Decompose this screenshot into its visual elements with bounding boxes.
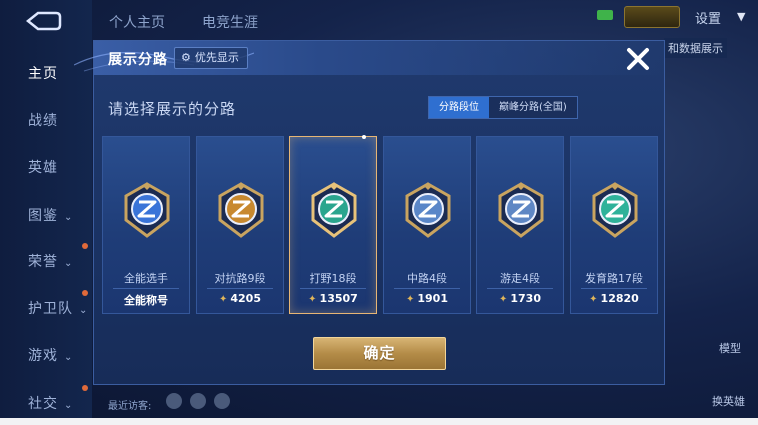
recent-visitors-label: 最近访客: <box>108 401 152 412</box>
tab-personal-home[interactable]: 个人主页 <box>109 12 165 32</box>
visitor-avatar[interactable] <box>190 393 206 409</box>
farm-lane-emblem-icon <box>590 182 640 238</box>
lane-rank-label: 游走4段 <box>500 272 540 285</box>
settings-button[interactable]: 设置 <box>695 8 721 27</box>
lane-mode-toggle: 分路段位 巅峰分路(全国) <box>428 96 578 119</box>
selection-sparkle <box>362 135 366 139</box>
dropdown-icon[interactable]: ▼ <box>737 10 745 23</box>
sidebar-item-label: 荣誉 <box>28 254 58 270</box>
card-bottom-value: 13507 <box>319 292 358 305</box>
sidebar-item-label: 主页 <box>28 66 58 82</box>
rank-wing-icon: ✦ <box>589 294 598 305</box>
sidebar-item-label: 英雄 <box>28 160 58 176</box>
sidebar-item[interactable]: 荣誉 ⌄ <box>0 251 92 271</box>
clash-lane-emblem-icon <box>216 182 266 238</box>
close-icon[interactable] <box>624 45 652 73</box>
lane-score: ✦ 4205 <box>197 292 283 305</box>
rank-wing-icon: ✦ <box>405 294 415 305</box>
lane-card[interactable]: 发育路17段 ✦ 12820 <box>570 136 658 314</box>
lane-rank-label: 全能选手 <box>124 272 168 285</box>
notification-dot <box>82 243 88 249</box>
sidebar-item[interactable]: 图鉴 ⌄ <box>0 205 92 225</box>
notification-dot <box>82 290 88 296</box>
lane-card[interactable]: 打野18段 ✦ 13507 <box>289 135 377 314</box>
mail-icon[interactable] <box>597 10 613 20</box>
event-badge[interactable] <box>624 6 680 28</box>
sidebar-item-label: 游戏 <box>28 348 58 364</box>
lane-score: ✦ 13507 <box>290 292 376 305</box>
bottom-bar <box>0 418 758 425</box>
title-label: 全能称号 <box>103 292 189 308</box>
card-divider <box>581 288 647 289</box>
sidebar-item-label: 社交 <box>28 396 58 412</box>
data-display-label: 和数据展示 <box>664 38 727 58</box>
toggle-peak-lane[interactable]: 巅峰分路(全国) <box>489 97 577 118</box>
rank-wing-icon: ✦ <box>218 294 228 305</box>
lane-display-dialog: 展示分路 ⚙ 优先显示 请选择展示的分路 分路段位 巅峰分路(全国) 全能选手全… <box>74 40 665 385</box>
roam-emblem-icon <box>496 182 546 238</box>
chevron-down-icon: ⌄ <box>79 305 89 316</box>
priority-display-button[interactable]: ⚙ 优先显示 <box>174 47 248 69</box>
change-hero-button[interactable]: 换英雄 <box>712 393 745 409</box>
rank-wing-icon: ✦ <box>308 294 317 305</box>
sidebar-item[interactable]: 护卫队 ⌄ <box>0 298 92 318</box>
card-divider <box>113 288 179 289</box>
card-divider <box>394 288 460 289</box>
sidebar-item-label: 战绩 <box>28 113 58 129</box>
notification-dot <box>82 385 88 391</box>
lane-rank-label: 中路4段 <box>407 272 447 285</box>
all-round-emblem-icon <box>122 182 172 238</box>
card-bottom-value: 1901 <box>417 292 448 305</box>
lane-score: ✦ 12820 <box>571 292 657 305</box>
card-bottom-value: 12820 <box>600 292 639 305</box>
sidebar-item[interactable]: 游戏 ⌄ <box>0 345 92 365</box>
jungle-emblem-icon <box>309 182 359 238</box>
lane-card[interactable]: 全能选手 全能称号 <box>102 136 190 314</box>
lane-rank-label: 打野18段 <box>309 272 357 285</box>
model-button[interactable]: 模型 <box>719 340 741 356</box>
back-icon[interactable] <box>22 10 62 32</box>
card-bottom-value: 4205 <box>230 292 261 305</box>
sidebar-item-label: 图鉴 <box>28 208 58 224</box>
dialog-title: 展示分路 <box>108 52 168 68</box>
priority-display-label: 优先显示 <box>194 51 239 64</box>
lane-card[interactable]: 对抗路9段 ✦ 4205 <box>196 136 284 314</box>
sidebar-item[interactable]: 社交 ⌄ <box>0 393 92 413</box>
chevron-down-icon: ⌄ <box>64 400 74 411</box>
tab-esports-career[interactable]: 电竞生涯 <box>202 12 258 32</box>
chevron-down-icon: ⌄ <box>64 212 74 223</box>
sidebar-item[interactable]: 战绩 <box>0 110 92 130</box>
chevron-down-icon: ⌄ <box>64 352 74 363</box>
sidebar-item[interactable]: 英雄 <box>0 157 92 177</box>
lane-score: ✦ 1901 <box>384 292 470 305</box>
sidebar-item-label: 护卫队 <box>28 301 73 317</box>
gear-icon: ⚙ <box>181 51 191 64</box>
dialog-subtitle: 请选择展示的分路 <box>108 100 237 118</box>
lane-card[interactable]: 中路4段 ✦ 1901 <box>383 136 471 314</box>
lane-rank-label: 发育路17段 <box>585 272 643 285</box>
card-divider <box>207 288 273 289</box>
visitor-avatar[interactable] <box>214 393 230 409</box>
card-bottom-value: 全能称号 <box>124 294 168 307</box>
lane-rank-label: 对抗路9段 <box>214 272 266 285</box>
visitor-avatar[interactable] <box>166 393 182 409</box>
mid-lane-emblem-icon <box>403 182 453 238</box>
rank-wing-icon: ✦ <box>498 294 508 305</box>
chevron-down-icon: ⌄ <box>64 258 74 269</box>
confirm-button[interactable]: 确定 <box>313 337 446 370</box>
toggle-lane-rank[interactable]: 分路段位 <box>429 97 489 118</box>
card-bottom-value: 1730 <box>510 292 541 305</box>
lane-card[interactable]: 游走4段 ✦ 1730 <box>476 136 564 314</box>
card-divider <box>487 288 553 289</box>
card-divider <box>300 288 366 289</box>
lane-score: ✦ 1730 <box>477 292 563 305</box>
